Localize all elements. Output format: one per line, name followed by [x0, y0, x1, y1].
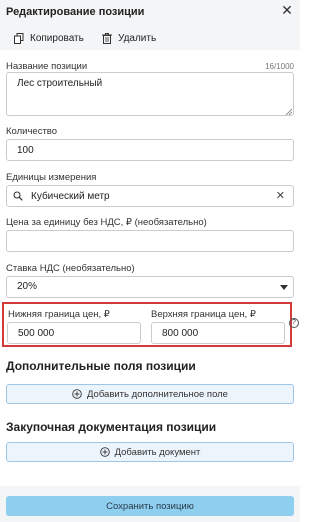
trash-icon: [102, 32, 112, 44]
add-document-button[interactable]: Добавить документ: [6, 442, 294, 462]
save-position-button[interactable]: Сохранить позицию: [6, 496, 294, 516]
copy-button[interactable]: Копировать: [14, 30, 84, 46]
add-extra-field-label: Добавить дополнительное поле: [87, 388, 228, 400]
plus-circle-icon: [72, 389, 82, 399]
copy-label: Копировать: [30, 32, 84, 44]
units-value: Кубический метр: [31, 191, 110, 202]
close-icon[interactable]: ✕: [280, 3, 294, 17]
name-field[interactable]: Лес строительный: [6, 72, 294, 116]
units-search-input[interactable]: Кубический метр ✕: [6, 185, 294, 207]
plus-circle-icon: [99, 447, 110, 457]
delete-button[interactable]: Удалить: [102, 30, 156, 46]
copy-icon: [14, 32, 24, 44]
clear-icon[interactable]: ✕: [276, 189, 285, 202]
extra-fields-title: Дополнительные поля позиции: [6, 359, 196, 373]
upper-price-field[interactable]: [151, 322, 285, 344]
name-field-label: Название позиции: [6, 61, 88, 72]
help-icon[interactable]: ?: [289, 318, 299, 328]
price-range-group: Нижняя граница цен, ₽ Верхняя граница це…: [2, 302, 292, 347]
chevron-down-icon: [280, 285, 288, 290]
quantity-field-label: Количество: [6, 126, 58, 137]
add-document-label: Добавить документ: [114, 446, 201, 458]
vat-field-label: Ставка НДС (необязательно): [6, 263, 135, 274]
unit-price-field[interactable]: [6, 230, 294, 252]
vat-value: 20%: [17, 281, 38, 292]
search-icon: [13, 191, 23, 201]
delete-label: Удалить: [118, 32, 157, 44]
vat-select[interactable]: 20%: [6, 276, 294, 298]
quantity-field[interactable]: [6, 139, 294, 161]
lower-price-field[interactable]: [7, 322, 141, 344]
procurement-docs-title: Закупочная документация позиции: [6, 420, 217, 434]
add-extra-field-button[interactable]: Добавить дополнительное поле: [6, 384, 294, 404]
panel-title: Редактирование позиции: [6, 6, 145, 18]
unit-price-label: Цена за единицу без НДС, ₽ (необязательн…: [6, 217, 207, 228]
resize-grip-icon[interactable]: [285, 108, 292, 115]
name-char-counter: 16/1000: [265, 62, 294, 71]
units-field-label: Единицы измерения: [6, 172, 97, 183]
lower-price-label: Нижняя граница цен, ₽: [8, 309, 110, 320]
upper-price-label: Верхняя граница цен, ₽: [151, 309, 256, 320]
